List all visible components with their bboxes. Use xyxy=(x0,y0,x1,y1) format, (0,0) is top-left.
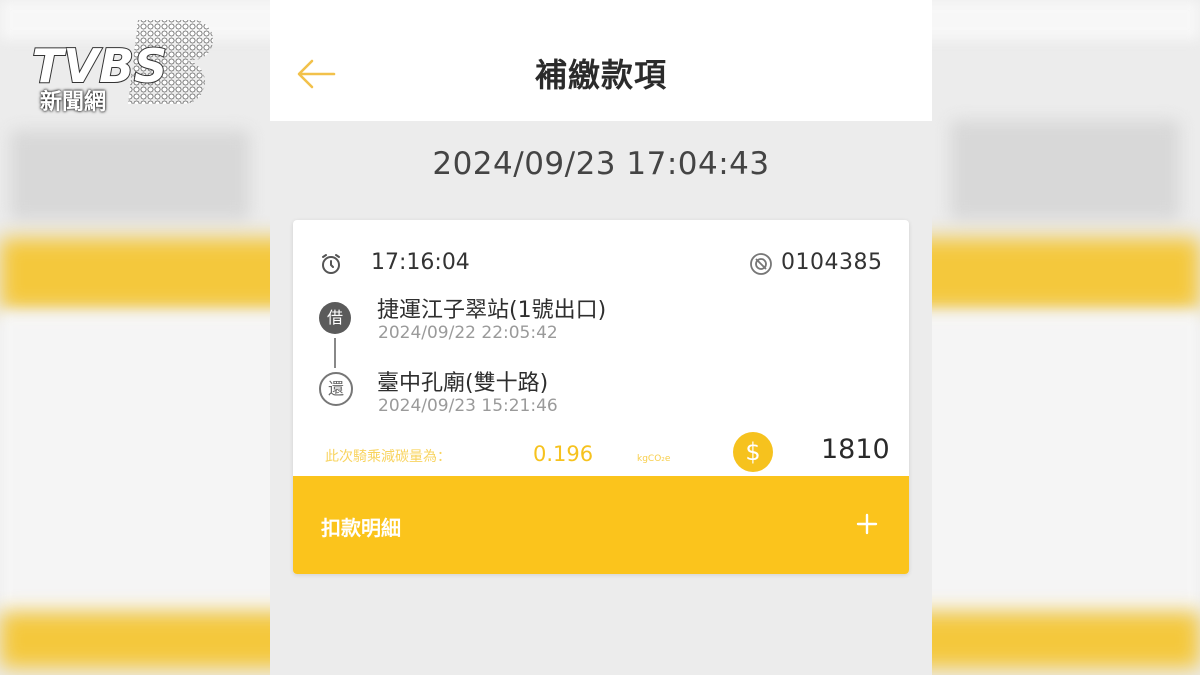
bike-number: 0104385 xyxy=(781,250,883,275)
borrow-badge: 借 xyxy=(319,302,351,334)
deduction-details-label: 扣款明細 xyxy=(321,516,401,540)
return-station: 臺中孔廟(雙十路) xyxy=(377,371,549,396)
borrow-station: 捷運江子翠站(1號出口) xyxy=(377,298,607,323)
deduction-details-toggle[interactable]: 扣款明細 xyxy=(293,476,909,574)
page-title: 補繳款項 xyxy=(534,56,667,94)
return-time: 2024/09/23 15:21:46 xyxy=(378,396,558,416)
borrow-time: 2024/09/22 22:05:42 xyxy=(378,323,558,343)
phone-screen: 補繳款項 2024/09/23 17:04:43 17:16:04 010438… xyxy=(270,0,932,675)
route-connector xyxy=(334,338,336,368)
bike-id-icon xyxy=(750,253,772,275)
coin-icon: $ xyxy=(733,432,773,472)
payment-timestamp: 2024/09/23 17:04:43 xyxy=(432,146,770,182)
carbon-reduction-value: 0.196 xyxy=(533,442,594,466)
background-blur xyxy=(950,120,1180,220)
trip-duration: 17:16:04 xyxy=(371,250,470,275)
amount-due: 1810 xyxy=(821,434,890,465)
carbon-reduction-label: 此次騎乘減碳量為： xyxy=(325,449,451,465)
background-blur xyxy=(10,130,250,220)
carbon-reduction-unit: kgCO₂e xyxy=(637,454,671,464)
trip-card: 17:16:04 0104385 借 還 捷運江子翠站(1號出口) 2024/0… xyxy=(293,220,909,574)
return-badge: 還 xyxy=(319,372,353,406)
logo-subtitle: 新聞網 xyxy=(40,90,107,115)
top-bar: 補繳款項 xyxy=(270,0,932,121)
alarm-clock-icon xyxy=(322,254,340,274)
plus-icon xyxy=(856,513,878,535)
tvbs-logo: TVBS 新聞網 xyxy=(28,16,218,116)
